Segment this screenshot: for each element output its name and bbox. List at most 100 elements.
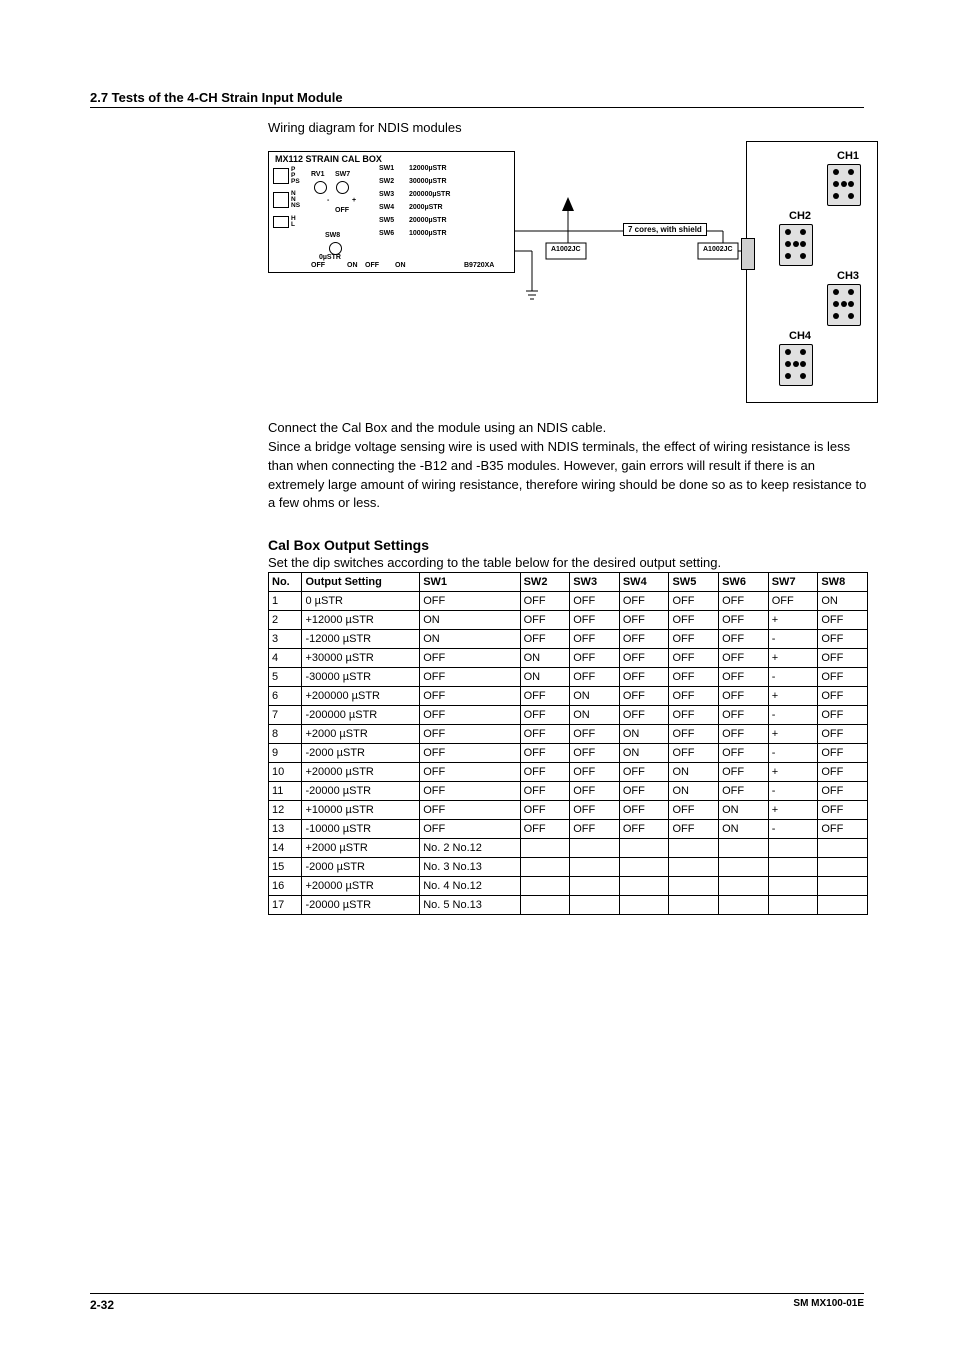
calbox-heading: Cal Box Output Settings [268,537,864,553]
th-out: Output Setting [302,573,420,592]
cell-out: +30000 µSTR [302,649,420,668]
cell-sw4: ON [619,744,669,763]
cell-sw1: OFF [420,744,520,763]
pins-3: HL [291,216,296,228]
cell-sw8: OFF [818,706,868,725]
cell-sw1: OFF [420,649,520,668]
cell-sw4: ON [619,725,669,744]
cell-no: 10 [269,763,302,782]
cell-sw4: OFF [619,706,669,725]
cell-sw5: OFF [669,649,719,668]
rv1-label: RV1 [311,171,325,178]
ch2-connector [779,224,813,266]
cell-sw3 [570,877,620,896]
cell-sw5: OFF [669,744,719,763]
cell-sw1: No. 5 No.13 [420,896,520,915]
cell-sw5: ON [669,782,719,801]
th-sw6: SW6 [719,573,769,592]
cell-sw6 [719,839,769,858]
sw8-zero: 0µSTR [319,254,341,261]
cell-sw2 [520,839,570,858]
table-row: 7-200000 µSTROFFOFFONOFFOFFOFF-OFF [269,706,868,725]
cell-sw2: OFF [520,820,570,839]
cell-sw7 [768,877,818,896]
cell-sw8: OFF [818,725,868,744]
table-row: 3-12000 µSTRONOFFOFFOFFOFFOFF-OFF [269,630,868,649]
module-box: CH1 CH2 CH3 CH4 [746,141,878,403]
calbox-title: MX112 STRAIN CAL BOX [275,154,382,164]
cell-sw4: OFF [619,763,669,782]
th-sw8: SW8 [818,573,868,592]
cell-out: -10000 µSTR [302,820,420,839]
cell-sw3: OFF [570,630,620,649]
cell-no: 17 [269,896,302,915]
cell-out: +12000 µSTR [302,611,420,630]
cell-sw1: No. 3 No.13 [420,858,520,877]
cell-sw6: OFF [719,611,769,630]
ch3-label: CH3 [837,270,859,282]
cell-sw7: - [768,706,818,725]
doc-id: SM MX100-01E [793,1298,864,1309]
cell-sw3 [570,858,620,877]
table-row: 16+20000 µSTRNo. 4 No.12 [269,877,868,896]
plus-label: + [352,197,356,204]
cell-sw6: OFF [719,782,769,801]
cell-sw7 [768,858,818,877]
cell-no: 14 [269,839,302,858]
minus-label: - [327,197,329,204]
table-row: 15-2000 µSTRNo. 3 No.13 [269,858,868,877]
cell-sw5: OFF [669,668,719,687]
cell-sw4: OFF [619,801,669,820]
cell-sw7: - [768,820,818,839]
sw2-range: 30000µSTR [409,178,447,185]
ch1-connector [827,164,861,206]
sw8-off: OFF [311,262,325,269]
table-row: 8+2000 µSTROFFOFFOFFONOFFOFF+OFF [269,725,868,744]
cell-sw4: OFF [619,630,669,649]
cell-sw2: OFF [520,725,570,744]
rv1-icon [314,181,327,194]
sw8-label: SW8 [325,232,340,239]
cell-sw5 [669,896,719,915]
cell-sw7: - [768,744,818,763]
cell-sw6 [719,877,769,896]
cell-no: 5 [269,668,302,687]
cell-sw5: OFF [669,820,719,839]
dip-block-2 [273,192,289,208]
cell-sw6: ON [719,801,769,820]
sw4-label: SW4 [379,204,394,211]
cell-sw7: + [768,611,818,630]
cell-sw5: OFF [669,687,719,706]
cell-sw3: OFF [570,820,620,839]
cell-sw1: OFF [420,820,520,839]
sw4-range: 2000µSTR [409,204,443,211]
cell-sw6 [719,858,769,877]
sw6-label: SW6 [379,230,394,237]
cell-sw7: - [768,782,818,801]
cell-sw7: + [768,801,818,820]
sw1-range: 12000µSTR [409,165,447,172]
cell-sw8: OFF [818,801,868,820]
sw6-on-bottom: ON [395,262,406,269]
table-row: 2+12000 µSTRONOFFOFFOFFOFFOFF+OFF [269,611,868,630]
cell-sw6: OFF [719,592,769,611]
cell-sw5 [669,877,719,896]
cell-sw7: - [768,668,818,687]
cable-note: 7 cores, with shield [623,223,707,236]
cell-sw1: OFF [420,782,520,801]
footer: 2-32 SM MX100-01E [0,1293,954,1312]
cell-sw5: OFF [669,630,719,649]
cell-sw8 [818,858,868,877]
cell-sw1: ON [420,611,520,630]
cell-out: +200000 µSTR [302,687,420,706]
cell-no: 7 [269,706,302,725]
cell-sw3: OFF [570,592,620,611]
table-row: 10 µSTROFFOFFOFFOFFOFFOFFOFFON [269,592,868,611]
cell-no: 6 [269,687,302,706]
cell-sw8: OFF [818,744,868,763]
cell-sw2: OFF [520,706,570,725]
section-heading: 2.7 Tests of the 4-CH Strain Input Modul… [90,90,864,105]
cell-sw6: OFF [719,763,769,782]
pins-1: PPPS [291,167,300,185]
ch2-plug [741,238,755,270]
